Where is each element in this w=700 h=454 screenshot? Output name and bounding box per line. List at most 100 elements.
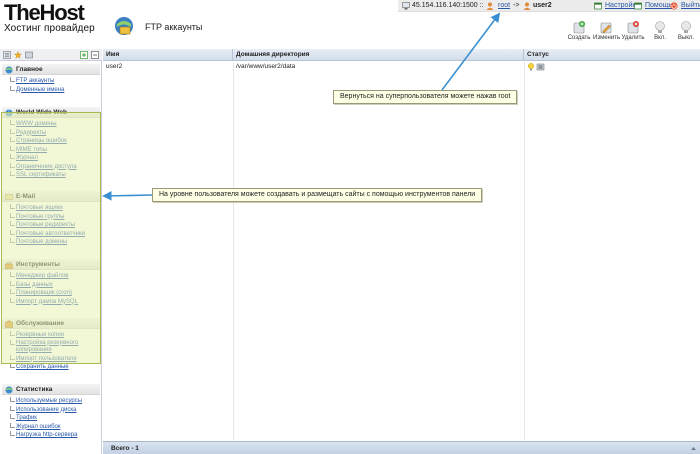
sidebar-item-www-domains[interactable]: WWW домены [10, 120, 100, 129]
ftp-accounts-table: Имя Домашняя директория Статус user2 /va… [103, 49, 700, 454]
disable-button[interactable]: Выкл. [673, 20, 699, 41]
maintenance-icon [5, 320, 13, 328]
sidebar-section-title: Обслуживание [16, 320, 65, 327]
envelope-icon [5, 194, 13, 200]
sidebar-section-www: World Wide Web WWW домены Редиректы Стра… [2, 107, 100, 183]
sidebar-item-user-import[interactable]: Импорт пользователя [10, 354, 100, 364]
sidebar-section-title: Статистика [16, 386, 53, 393]
create-label: Создать [567, 35, 591, 41]
sidebar-section-header[interactable]: Статистика [2, 384, 100, 395]
root-user-link[interactable]: root [498, 2, 510, 10]
collapse-all-icon[interactable] [91, 51, 99, 59]
sidebar-section-tools: Инструменты Менеджер файлов Базы данных … [2, 259, 100, 309]
sidebar-section-maintenance: Обслуживание Резервные копии Настройка р… [2, 318, 100, 375]
current-user: user2 [533, 2, 552, 9]
sidebar-item-databases[interactable]: Базы данных [10, 280, 100, 290]
cell-status [524, 63, 545, 75]
root-user-icon [486, 2, 496, 12]
sidebar-toolbar [0, 49, 102, 61]
sidebar-item-log[interactable]: Журнал [10, 154, 100, 163]
logout-icon [670, 2, 680, 12]
sidebar-section-title: Инструменты [16, 261, 60, 268]
sidebar-section-header[interactable]: E-Mail [2, 191, 100, 202]
sidebar-item-http-load[interactable]: Нагрузка http-сервера [10, 431, 100, 440]
sidebar: Главное FTP аккаунты Доменные имена Worl… [0, 49, 102, 454]
sidebar-item-mysql-import[interactable]: Импорт дампа MySQL [10, 297, 100, 307]
key-icon [536, 63, 545, 71]
help-link[interactable]: Помощь [645, 2, 672, 10]
sidebar-item-cron[interactable]: Планировщик (cron) [10, 289, 100, 298]
refresh-icon[interactable] [690, 445, 697, 452]
sidebar-section-title: Главное [16, 66, 43, 73]
sidebar-item-mail-groups[interactable]: Почтовые группы [10, 212, 100, 222]
expand-all-icon[interactable] [80, 51, 88, 59]
bookmark-icon[interactable] [25, 51, 33, 59]
total-count: Всего - 1 [111, 445, 139, 452]
sidebar-section-main: Главное FTP аккаунты Доменные имена [2, 64, 100, 97]
edit-button[interactable]: Изменить [593, 20, 620, 41]
sidebar-section-header[interactable]: Инструменты [2, 259, 100, 270]
sidebar-section-header[interactable]: Главное [2, 64, 100, 75]
sidebar-section-title: World Wide Web [16, 109, 67, 116]
tools-icon [5, 262, 13, 269]
sidebar-item-resources[interactable]: Используемые ресурсы [10, 397, 100, 406]
sidebar-item-backups[interactable]: Резервные копии [10, 331, 100, 340]
table-header: Имя Домашняя директория Статус [103, 49, 700, 61]
sidebar-item-save-data[interactable]: Сохранить данные [10, 363, 100, 372]
sidebar-section-title: E-Mail [16, 193, 36, 200]
delete-button[interactable]: Удалить [620, 20, 646, 41]
sidebar-item-access-restriction[interactable]: Ограничение доступа [10, 162, 100, 172]
sidebar-item-backup-settings[interactable]: Настройка резервного копирования [10, 339, 100, 355]
column-header-name[interactable]: Имя [103, 49, 233, 61]
sidebar-item-traffic[interactable]: Трафик [10, 414, 100, 423]
tree-view-icon[interactable] [3, 51, 11, 59]
current-user-icon [523, 2, 533, 12]
sidebar-item-ftp-accounts[interactable]: FTP аккаунты [10, 77, 100, 86]
delete-label: Удалить [621, 35, 645, 41]
enable-icon [655, 21, 665, 33]
enable-label: Вкл. [654, 35, 666, 41]
brand-logo[interactable]: TheHost Хостинг провайдер [4, 0, 95, 35]
sidebar-section-statistics: Статистика Используемые ресурсы Использо… [2, 384, 100, 443]
column-header-home[interactable]: Домашняя директория [233, 49, 524, 61]
session-bar: 45.154.116.140:1500 :: root -> user2 Нас… [398, 0, 700, 12]
callout-root-hint: Вернуться на суперпользователя можете на… [333, 90, 518, 104]
sidebar-item-file-manager[interactable]: Менеджер файлов [10, 272, 100, 281]
sidebar-section-header[interactable]: Обслуживание [2, 318, 100, 329]
settings-icon [594, 2, 604, 12]
statistics-globe-icon [5, 386, 13, 394]
logo-main: TheHost [4, 0, 85, 25]
create-button[interactable]: Создать [566, 20, 592, 41]
table-row[interactable]: user2 /var/www/user2/data [103, 62, 700, 72]
cell-home: /var/www/user2/data [236, 63, 296, 70]
logout-link[interactable]: Выйти [681, 2, 700, 10]
logo-sub: Хостинг провайдер [4, 23, 95, 34]
bulb-on-icon [528, 63, 534, 71]
sidebar-section-header[interactable]: World Wide Web [2, 107, 100, 118]
server-address: 45.154.116.140:1500 :: [412, 2, 484, 9]
favorites-star-icon[interactable] [14, 51, 22, 59]
sidebar-item-domain-names[interactable]: Доменные имена [10, 85, 100, 95]
sidebar-item-mailboxes[interactable]: Почтовые ящики [10, 204, 100, 213]
sidebar-item-error-log[interactable]: Журнал ошибок [10, 422, 100, 432]
sidebar-item-disk-usage[interactable]: Использование диска [10, 405, 100, 415]
sidebar-item-mime-types[interactable]: MIME типы [10, 145, 100, 155]
sidebar-item-ssl-certificates[interactable]: SSL сертификаты [10, 171, 100, 180]
sidebar-item-error-pages[interactable]: Страницы ошибок [10, 137, 100, 146]
enable-button[interactable]: Вкл. [647, 20, 673, 41]
sidebar-item-redirects[interactable]: Редиректы [10, 128, 100, 138]
create-icon [573, 21, 585, 34]
sidebar-section-email: E-Mail Почтовые ящики Почтовые группы По… [2, 191, 100, 250]
edit-icon [600, 22, 612, 34]
column-header-status[interactable]: Статус [524, 49, 700, 61]
help-icon [634, 2, 644, 12]
sidebar-item-mail-redirects[interactable]: Почтовые редиректы [10, 221, 100, 230]
column-divider [233, 62, 234, 440]
delete-icon [627, 21, 639, 34]
disable-icon [681, 21, 691, 33]
sidebar-item-mail-domains[interactable]: Почтовые домены [10, 238, 100, 247]
computer-icon [402, 2, 412, 12]
sidebar-item-autoresponders[interactable]: Почтовые автоответчики [10, 229, 100, 239]
status-icons [528, 63, 545, 71]
table-footer: Всего - 1 [103, 441, 700, 454]
